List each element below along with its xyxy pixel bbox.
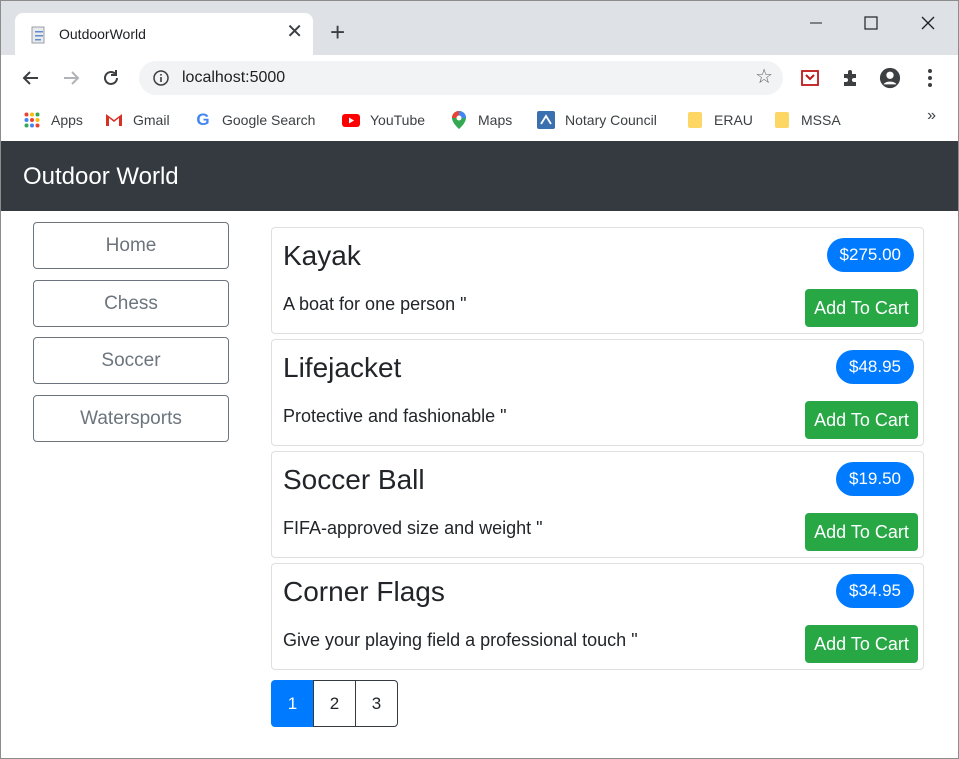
bookmark-youtube[interactable]: YouTube bbox=[342, 109, 425, 131]
bookmark-label: Notary Council bbox=[565, 112, 657, 128]
reload-icon[interactable] bbox=[98, 65, 124, 91]
category-button-soccer[interactable]: Soccer bbox=[33, 337, 229, 384]
tab-title: OutdoorWorld bbox=[59, 26, 146, 42]
extensions-puzzle-icon[interactable] bbox=[839, 67, 861, 89]
product-card: Corner Flags $34.95 Give your playing fi… bbox=[271, 563, 924, 670]
bookmark-label: ERAU bbox=[714, 112, 753, 128]
back-icon[interactable] bbox=[18, 65, 44, 91]
product-name: Soccer Ball bbox=[283, 464, 425, 495]
maps-pin-icon bbox=[450, 111, 468, 129]
tab-strip: OutdoorWorld ✕ + bbox=[1, 1, 958, 55]
site-brand[interactable]: Outdoor World bbox=[23, 163, 179, 191]
bookmark-label: MSSA bbox=[801, 112, 841, 128]
browser-tab[interactable]: OutdoorWorld ✕ bbox=[15, 13, 313, 55]
product-card: Lifejacket $48.95 Protective and fashion… bbox=[271, 339, 924, 446]
product-name: Corner Flags bbox=[283, 576, 445, 607]
add-to-cart-button[interactable]: Add To Cart bbox=[805, 401, 918, 439]
bookmark-star-icon[interactable]: ☆ bbox=[755, 67, 773, 87]
extension-mcafee-icon[interactable] bbox=[799, 67, 821, 89]
youtube-icon bbox=[342, 111, 360, 129]
bookmark-label: Google Search bbox=[222, 112, 316, 128]
product-description: A boat for one person " bbox=[283, 294, 467, 314]
site-navbar: Outdoor World bbox=[1, 141, 958, 211]
bookmark-mssa[interactable]: MSSA bbox=[773, 109, 841, 131]
address-bar[interactable]: localhost:5000 ☆ bbox=[139, 61, 783, 95]
product-price-badge: $19.50 bbox=[836, 462, 914, 496]
notary-icon bbox=[537, 111, 555, 129]
product-name: Kayak bbox=[283, 240, 361, 271]
gmail-icon bbox=[105, 111, 123, 129]
folder-icon bbox=[686, 111, 704, 129]
bookmark-maps[interactable]: Maps bbox=[450, 109, 512, 131]
browser-toolbar: localhost:5000 ☆ bbox=[1, 55, 958, 101]
product-price-badge: $48.95 bbox=[836, 350, 914, 384]
add-to-cart-button[interactable]: Add To Cart bbox=[805, 289, 918, 327]
browser-menu-icon[interactable] bbox=[919, 67, 941, 89]
bookmark-gmail[interactable]: Gmail bbox=[105, 109, 170, 131]
product-description: Protective and fashionable " bbox=[283, 406, 507, 426]
bookmark-google-search[interactable]: G Google Search bbox=[194, 109, 315, 131]
bookmark-label: YouTube bbox=[370, 112, 426, 128]
minimize-icon[interactable] bbox=[794, 9, 838, 37]
browser-window: OutdoorWorld ✕ + localhost:5000 ☆ Apps G… bbox=[0, 0, 959, 759]
product-card: Soccer Ball $19.50 FIFA-approved size an… bbox=[271, 451, 924, 558]
page-button-3[interactable]: 3 bbox=[355, 680, 398, 727]
apps-grid-icon bbox=[23, 111, 41, 129]
site-info-icon[interactable] bbox=[153, 70, 169, 86]
profile-avatar-icon[interactable] bbox=[879, 67, 901, 89]
bookmark-label: Maps bbox=[478, 112, 513, 128]
pagination: 1 2 3 bbox=[271, 680, 398, 727]
bookmark-apps[interactable]: Apps bbox=[23, 109, 83, 131]
url-text: localhost:5000 bbox=[182, 69, 286, 86]
google-icon: G bbox=[196, 110, 210, 129]
tab-close-icon[interactable]: ✕ bbox=[286, 22, 303, 42]
add-to-cart-button[interactable]: Add To Cart bbox=[805, 625, 918, 663]
page-button-2[interactable]: 2 bbox=[313, 680, 356, 727]
forward-icon[interactable] bbox=[58, 65, 84, 91]
bookmark-erau[interactable]: ERAU bbox=[686, 109, 753, 131]
product-price-badge: $275.00 bbox=[826, 238, 914, 272]
category-button-watersports[interactable]: Watersports bbox=[33, 395, 229, 442]
close-window-icon[interactable] bbox=[906, 9, 950, 37]
bookmarks-bar: Apps Gmail G Google Search YouTube Maps bbox=[1, 101, 958, 141]
product-card: Kayak $275.00 A boat for one person " Ad… bbox=[271, 227, 924, 334]
page-content: Outdoor World Home Chess Soccer Waterspo… bbox=[1, 141, 958, 758]
new-tab-icon[interactable]: + bbox=[330, 19, 345, 45]
maximize-icon[interactable] bbox=[849, 9, 893, 37]
bookmark-notary-council[interactable]: Notary Council bbox=[537, 109, 657, 131]
product-price-badge: $34.95 bbox=[836, 574, 914, 608]
bookmark-label: Gmail bbox=[133, 112, 170, 128]
category-button-home[interactable]: Home bbox=[33, 222, 229, 269]
page-button-1[interactable]: 1 bbox=[271, 680, 314, 727]
category-button-chess[interactable]: Chess bbox=[33, 280, 229, 327]
product-name: Lifejacket bbox=[283, 352, 402, 383]
bookmark-label: Apps bbox=[51, 112, 83, 128]
product-description: Give your playing field a professional t… bbox=[283, 630, 638, 650]
add-to-cart-button[interactable]: Add To Cart bbox=[805, 513, 918, 551]
bookmarks-overflow-icon[interactable]: » bbox=[927, 107, 936, 125]
folder-icon bbox=[773, 111, 791, 129]
page-favicon-icon bbox=[31, 26, 45, 44]
product-description: FIFA-approved size and weight " bbox=[283, 518, 543, 538]
